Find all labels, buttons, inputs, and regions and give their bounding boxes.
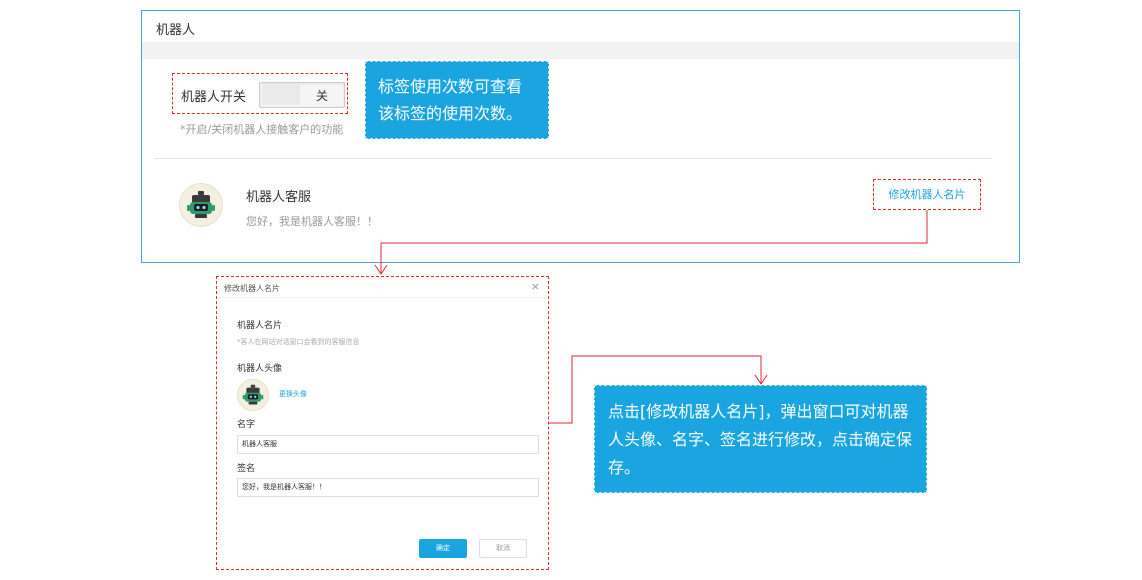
arrow-to-dialog [380,210,928,273]
arrow-to-tip [548,355,762,424]
annotation-arrows [374,210,928,424]
